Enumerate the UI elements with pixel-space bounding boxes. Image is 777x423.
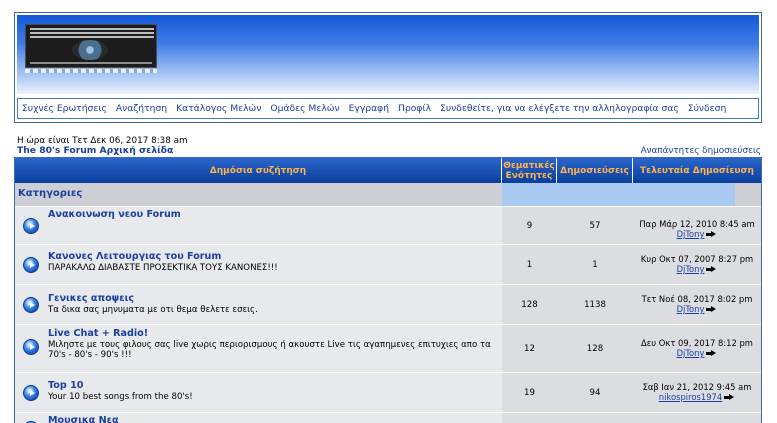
category-link[interactable]: Κατηγοριες [18, 188, 82, 199]
forum-table: Δημόσια συζήτηση Θεματικές Ενότητες Δημο… [14, 157, 762, 423]
forum-row: Live Chat + Radio! Μιληστε με τους φιλου… [15, 324, 761, 372]
last-post-user-line: DjTony [633, 264, 761, 274]
forum-icon-cell [15, 325, 46, 372]
forum-title-link[interactable]: Μουσικα Νεα [48, 415, 499, 423]
forum-row: Ανακοινωση νεου Forum 9 57 Παρ Μάρ 12, 2… [15, 206, 761, 244]
table-header: Δημόσια συζήτηση Θεματικές Ενότητες Δημο… [15, 158, 761, 183]
forum-title-link[interactable]: Ανακοινωση νεου Forum [48, 209, 499, 220]
forum-index-page: Συχνές Ερωτήσεις Αναζήτηση Κατάλογος Μελ… [0, 0, 777, 423]
forum-posts-count [557, 413, 633, 423]
last-post-user-line: nikospiros1974 [633, 392, 761, 402]
last-post-user-link[interactable]: DjTony [677, 348, 705, 358]
forum-last-post [633, 413, 761, 423]
logo-lettering-graphic [30, 28, 154, 40]
forum-last-post: Τετ Νοέ 08, 2017 8:02 pm DjTony [633, 285, 761, 324]
nav-usergroups-link[interactable]: Ομάδες Μελών [270, 103, 339, 114]
forum-title-link[interactable]: Live Chat + Radio! [48, 328, 499, 339]
forum-folder-icon [23, 257, 39, 273]
nav-messages-link[interactable]: Συνδεθείτε, για να ελέγξετε την αλληλογρ… [440, 103, 679, 114]
site-logo[interactable] [25, 24, 157, 68]
logo-footer-line [30, 62, 152, 64]
last-post-user-line: DjTony [633, 348, 761, 358]
forum-folder-icon [23, 385, 39, 401]
forum-folder-icon [23, 339, 39, 355]
nav-memberlist-link[interactable]: Κατάλογος Μελών [176, 103, 261, 114]
nav-profile-link[interactable]: Προφίλ [398, 103, 431, 114]
forum-row: Top 10 Your 10 best songs from the 80's!… [15, 372, 761, 412]
forum-home-link[interactable]: The 80's Forum Αρχική σελίδα [17, 145, 173, 156]
forum-row: Κανονες Λειτουργιας του Forum ΠΑΡΑΚΑΛΩ Δ… [15, 244, 761, 284]
forum-posts-count: 128 [557, 325, 633, 372]
header-topics: Θεματικές Ενότητες [502, 158, 557, 183]
view-latest-post-icon[interactable] [706, 266, 717, 273]
forum-info-cell: Ανακοινωση νεου Forum [46, 207, 502, 244]
forum-icon-cell [15, 373, 46, 412]
forum-title-link[interactable]: Κανονες Λειτουργιας του Forum [48, 251, 499, 262]
nav-register-link[interactable]: Εγγραφή [349, 103, 389, 114]
nav-search-link[interactable]: Αναζήτηση [116, 103, 167, 114]
forum-description: Your 10 best songs from the 80's! [48, 392, 193, 402]
last-post-user-link[interactable]: nikospiros1974 [659, 392, 722, 402]
forum-folder-icon [23, 218, 39, 234]
forum-topics-count: 9 [502, 207, 557, 244]
category-row: Κατηγοριες [15, 183, 761, 206]
last-post-user-line: DjTony [633, 229, 761, 239]
forum-icon-cell [15, 207, 46, 244]
last-post-user-link[interactable]: DjTony [677, 229, 705, 239]
forum-info-cell: Γενικες αποψεις Τα δικα σας μηνυματα με … [46, 285, 502, 324]
forum-icon-cell [15, 245, 46, 284]
forum-topics-count: 12 [502, 325, 557, 372]
last-post-user-link[interactable]: DjTony [677, 264, 705, 274]
header-last-post: Τελευταία Δημοσίευση [640, 165, 754, 176]
forum-description: Μιληστε με τους φιλους σας live χωρις πε… [48, 340, 491, 360]
last-post-date: Σαβ Ιαν 21, 2012 9:45 am [642, 382, 752, 392]
forum-icon-cell [15, 285, 46, 324]
forum-info-cell: Κανονες Λειτουργιας του Forum ΠΑΡΑΚΑΛΩ Δ… [46, 245, 502, 284]
forum-posts-count: 94 [557, 373, 633, 412]
forum-posts-count: 57 [557, 207, 633, 244]
forum-last-post: Σαβ Ιαν 21, 2012 9:45 am nikospiros1974 [633, 373, 761, 412]
last-post-date: Παρ Μάρ 12, 2010 8:45 am [639, 219, 755, 229]
view-latest-post-icon[interactable] [706, 306, 717, 313]
category-fill [502, 183, 735, 206]
forum-title-link[interactable]: Top 10 [48, 380, 499, 391]
forum-icon-cell [15, 413, 46, 423]
forum-posts-count: 1138 [557, 285, 633, 324]
last-post-date: Δευ Οκτ 09, 2017 8:12 pm [641, 338, 753, 348]
vinyl-record-graphic [72, 40, 108, 60]
forum-topics-count: 128 [502, 285, 557, 324]
forum-title-link[interactable]: Γενικες αποψεις [48, 293, 499, 304]
forum-row: Γενικες αποψεις Τα δικα σας μηνυματα με … [15, 284, 761, 324]
header-posts: Δημοσιεύσεις [557, 158, 633, 183]
last-post-date: Κυρ Οκτ 07, 2007 8:27 pm [640, 254, 754, 264]
forum-description: ΠΑΡΑΚΑΛΩ ΔΙΑΒΑΣΤΕ ΠΡΟΣΕΚΤΙΚΑ ΤΟΥΣ ΚΑΝΟΝΕ… [48, 263, 278, 273]
forum-last-post: Κυρ Οκτ 07, 2007 8:27 pm DjTony [633, 245, 761, 284]
forum-row: Μουσικα Νεα [15, 412, 761, 423]
nav-login-link[interactable]: Σύνδεση [688, 103, 727, 114]
forum-info-cell: Live Chat + Radio! Μιληστε με τους φιλου… [46, 325, 502, 372]
forum-description: Τα δικα σας μηνυματα με οτι θεμα θελετε … [48, 305, 258, 315]
nav-faq-link[interactable]: Συχνές Ερωτήσεις [22, 103, 107, 114]
forum-topics-count: 1 [502, 245, 557, 284]
last-post-user-link[interactable]: DjTony [677, 304, 705, 314]
forum-last-post: Παρ Μάρ 12, 2010 8:45 am DjTony [633, 207, 761, 244]
forum-last-post: Δευ Οκτ 09, 2017 8:12 pm DjTony [633, 325, 761, 372]
view-latest-post-icon[interactable] [724, 394, 735, 401]
main-nav: Συχνές Ερωτήσεις Αναζήτηση Κατάλογος Μελ… [17, 98, 759, 119]
header-banner [17, 15, 759, 94]
forum-info-cell: Μουσικα Νεα [46, 413, 502, 423]
unanswered-posts-link[interactable]: Αναπάντητες δημοσιεύσεις [641, 146, 761, 156]
forum-topics-count: 19 [502, 373, 557, 412]
site-header: Συχνές Ερωτήσεις Αναζήτηση Κατάλογος Μελ… [14, 12, 762, 123]
forum-topics-count [502, 413, 557, 423]
view-latest-post-icon[interactable] [706, 231, 717, 238]
header-forum: Δημόσια συζήτηση [15, 158, 502, 183]
forum-posts-count: 1 [557, 245, 633, 284]
last-post-user-line: DjTony [633, 304, 761, 314]
logo-caption-strip [25, 69, 157, 73]
view-latest-post-icon[interactable] [706, 350, 717, 357]
last-post-date: Τετ Νοέ 08, 2017 8:02 pm [641, 294, 753, 304]
forum-info-cell: Top 10 Your 10 best songs from the 80's! [46, 373, 502, 412]
forum-folder-icon [23, 297, 39, 313]
